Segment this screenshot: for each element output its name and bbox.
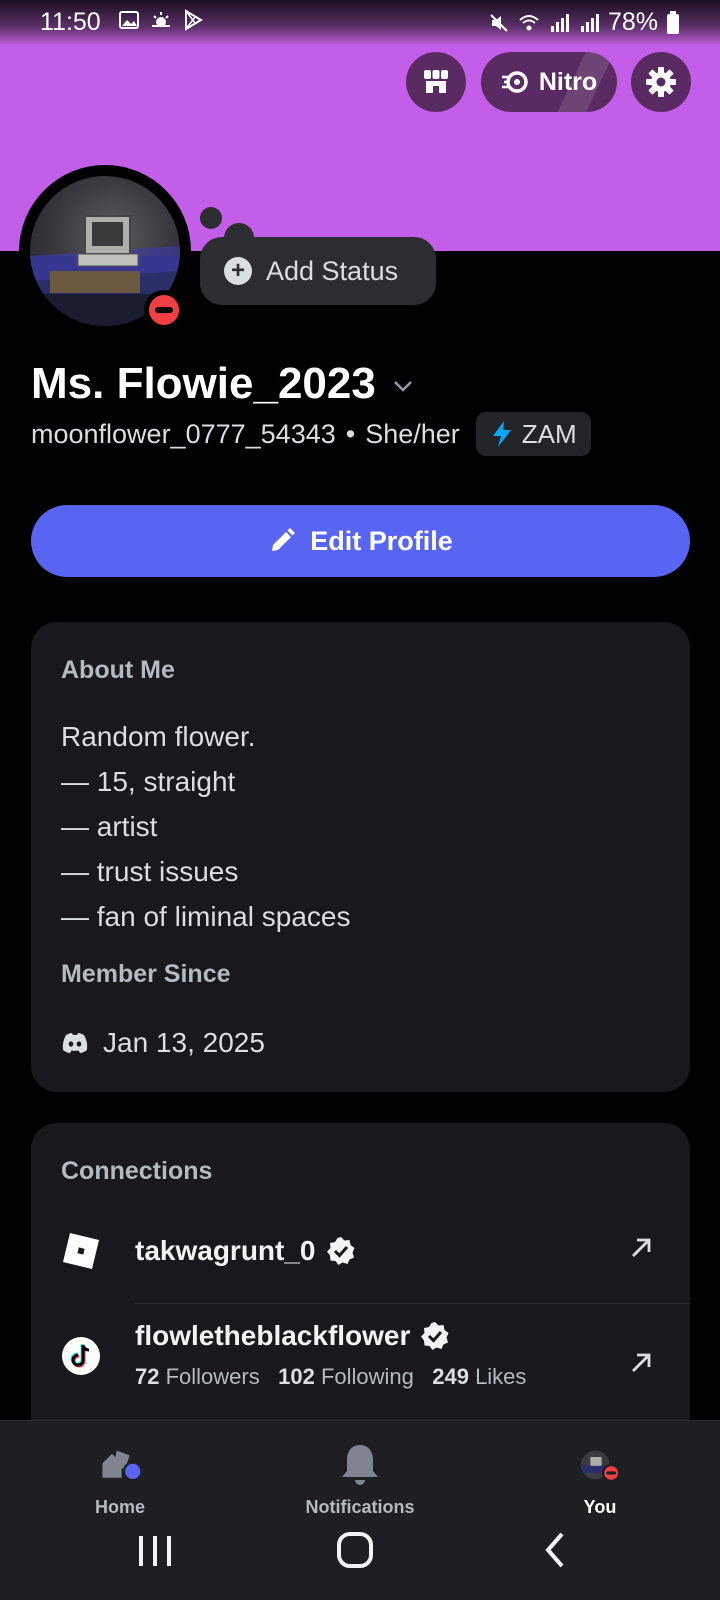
following-label: Following bbox=[320, 1364, 414, 1389]
connection-item-tiktok[interactable]: flowletheblackflower 72 Followers 102 Fo… bbox=[31, 1304, 690, 1424]
play-store-icon bbox=[185, 9, 203, 31]
connection-name: flowletheblackflower bbox=[135, 1320, 411, 1351]
display-name-row[interactable]: Ms. Flowie_2023 bbox=[31, 359, 414, 409]
server-tag-label: ZAM bbox=[521, 418, 577, 449]
battery-percent: 78% bbox=[607, 8, 658, 36]
signal-icon bbox=[580, 13, 599, 32]
wifi-icon bbox=[519, 14, 539, 30]
about-line: — 15, straight bbox=[61, 766, 236, 797]
verified-icon bbox=[326, 1237, 354, 1265]
external-link-icon[interactable] bbox=[628, 1350, 654, 1376]
about-line: — artist bbox=[61, 811, 158, 842]
edit-profile-button[interactable]: Edit Profile bbox=[31, 505, 690, 577]
weather-icon bbox=[152, 12, 170, 27]
about-text: Random flower. — 15, straight — artist —… bbox=[61, 714, 350, 939]
shop-icon bbox=[424, 70, 448, 93]
connections-card: Connections takwagrunt_0 flowletheblackf… bbox=[31, 1123, 690, 1443]
server-tag[interactable]: ZAM bbox=[475, 412, 591, 456]
status-bubble-dot bbox=[200, 207, 222, 229]
status-time: 11:50 bbox=[40, 8, 101, 36]
settings-button[interactable] bbox=[631, 52, 691, 112]
connection-name-row: takwagrunt_0 bbox=[135, 1235, 356, 1267]
gear-icon bbox=[646, 67, 676, 97]
connection-item-roblox[interactable]: takwagrunt_0 bbox=[31, 1203, 690, 1303]
system-nav-bar bbox=[0, 1500, 720, 1600]
shop-button[interactable] bbox=[406, 52, 466, 112]
pencil-icon bbox=[272, 528, 296, 551]
edit-profile-label: Edit Profile bbox=[310, 525, 453, 556]
about-line: — trust issues bbox=[61, 856, 239, 887]
discord-icon bbox=[62, 1033, 88, 1053]
about-title: About Me bbox=[61, 656, 175, 684]
nitro-button[interactable]: Nitro bbox=[481, 52, 617, 112]
about-line: Random flower. bbox=[61, 721, 256, 752]
battery-icon bbox=[667, 10, 679, 34]
add-status-button[interactable]: + Add Status bbox=[200, 237, 436, 305]
lightning-icon bbox=[492, 421, 511, 447]
home-icon bbox=[102, 1450, 143, 1482]
connection-stats: 72 Followers 102 Following 249 Likes bbox=[135, 1364, 526, 1390]
you-avatar-icon bbox=[580, 1450, 621, 1483]
gallery-icon bbox=[119, 11, 139, 29]
add-status-label: Add Status bbox=[266, 255, 399, 286]
about-line: — fan of liminal spaces bbox=[61, 901, 351, 932]
username: moonflower_0777_54343 bbox=[31, 418, 336, 449]
connection-name-row: flowletheblackflower bbox=[135, 1320, 450, 1352]
home-system-icon[interactable] bbox=[327, 1520, 387, 1580]
separator: • bbox=[345, 418, 356, 449]
likes-label: Likes bbox=[475, 1364, 527, 1389]
member-since-title: Member Since bbox=[61, 960, 231, 988]
signal-icon bbox=[550, 13, 569, 32]
tiktok-icon bbox=[62, 1337, 100, 1375]
connections-title: Connections bbox=[61, 1157, 213, 1185]
pronouns: She/her bbox=[365, 418, 460, 449]
external-link-icon[interactable] bbox=[628, 1235, 654, 1261]
bell-icon bbox=[342, 1445, 378, 1485]
about-card: About Me Random flower. — 15, straight —… bbox=[31, 622, 690, 1092]
following-count: 102 bbox=[278, 1364, 315, 1389]
back-icon[interactable] bbox=[528, 1520, 588, 1580]
plus-icon: + bbox=[224, 257, 252, 285]
chevron-down-icon bbox=[393, 381, 412, 392]
member-since-date: Jan 13, 2025 bbox=[103, 1027, 265, 1058]
status-bar: 11:50 78% bbox=[0, 0, 720, 44]
followers-count: 72 bbox=[135, 1364, 160, 1389]
followers-label: Followers bbox=[165, 1364, 260, 1389]
roblox-icon bbox=[63, 1233, 99, 1269]
mute-icon bbox=[490, 13, 508, 32]
display-name: Ms. Flowie_2023 bbox=[31, 359, 376, 408]
likes-count: 249 bbox=[432, 1364, 469, 1389]
status-dnd-indicator bbox=[144, 290, 184, 330]
nitro-icon bbox=[501, 71, 528, 93]
recent-apps-icon[interactable] bbox=[125, 1520, 185, 1580]
member-since-row: Jan 13, 2025 bbox=[61, 1027, 265, 1059]
verified-icon bbox=[421, 1322, 449, 1350]
connection-name: takwagrunt_0 bbox=[135, 1235, 316, 1266]
handle-row: moonflower_0777_54343 • She/her ZAM bbox=[31, 412, 591, 456]
